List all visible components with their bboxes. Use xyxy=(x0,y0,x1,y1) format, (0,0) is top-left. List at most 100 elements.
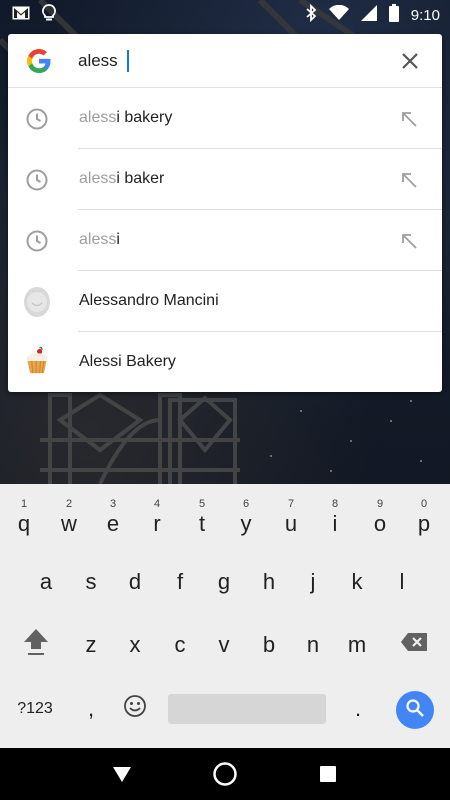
fill-query-arrow-icon[interactable] xyxy=(398,108,420,130)
wifi-icon xyxy=(328,4,349,26)
suggestion-completion: i baker xyxy=(116,170,165,187)
suggestion-history[interactable]: alessi baker xyxy=(8,149,442,210)
fill-query-arrow-icon[interactable] xyxy=(398,230,420,252)
space-key[interactable] xyxy=(168,694,326,724)
search-icon xyxy=(405,698,425,723)
key-letter: m xyxy=(347,632,367,657)
key-letter: k xyxy=(351,569,363,594)
key-b[interactable]: b xyxy=(247,617,291,673)
fill-query-arrow-icon[interactable] xyxy=(398,169,420,191)
suggestion-prefix: aless xyxy=(79,170,117,187)
key-letter: t xyxy=(198,511,206,536)
key-number-hint: 4 xyxy=(153,498,161,510)
key-letter: f xyxy=(176,569,184,594)
key-m[interactable]: m xyxy=(335,617,379,673)
key-number-hint: 8 xyxy=(331,498,339,510)
search-input[interactable] xyxy=(78,48,378,74)
history-icon xyxy=(24,106,50,132)
key-z[interactable]: z xyxy=(69,617,113,673)
backspace-key[interactable] xyxy=(392,617,436,673)
avatar-icon xyxy=(24,287,50,317)
search-enter-key[interactable] xyxy=(396,691,434,729)
key-x[interactable]: x xyxy=(113,617,157,673)
key-a[interactable]: a xyxy=(24,554,68,610)
backspace-icon xyxy=(400,632,428,658)
key-j[interactable]: j xyxy=(291,554,335,610)
key-letter: p xyxy=(417,511,431,536)
symbols-key[interactable]: ?123 xyxy=(6,681,64,737)
key-t[interactable]: 5t xyxy=(180,492,224,548)
suggestion-completion: i bakery xyxy=(116,109,173,126)
emoji-key[interactable] xyxy=(113,681,157,737)
star xyxy=(410,400,412,402)
key-e[interactable]: 3e xyxy=(91,492,135,548)
key-letter: z xyxy=(85,632,97,657)
key-letter: j xyxy=(310,569,316,594)
search-suggestions-card: alessi bakery alessi baker alessi xyxy=(8,34,442,392)
emoji-icon xyxy=(123,694,147,724)
suggestion-history[interactable]: alessi xyxy=(8,210,442,271)
suggestion-app[interactable]: Alessi Bakery xyxy=(8,332,442,393)
key-number-hint: 3 xyxy=(109,498,117,510)
recents-icon[interactable] xyxy=(313,759,343,789)
home-icon[interactable] xyxy=(210,759,240,789)
key-h[interactable]: h xyxy=(247,554,291,610)
key-letter: o xyxy=(373,511,387,536)
key-letter: b xyxy=(262,632,276,657)
cupcake-icon xyxy=(24,346,50,376)
period-key[interactable]: . xyxy=(336,681,380,737)
key-v[interactable]: v xyxy=(202,617,246,673)
key-w[interactable]: 2w xyxy=(47,492,91,548)
key-f[interactable]: f xyxy=(158,554,202,610)
key-letter: e xyxy=(106,511,120,536)
navigation-bar xyxy=(0,748,450,800)
key-i[interactable]: 8i xyxy=(313,492,357,548)
status-right-icons: 9:10 xyxy=(305,3,440,27)
suggestion-completion: i xyxy=(116,231,120,248)
key-letter: d xyxy=(128,569,142,594)
key-u[interactable]: 7u xyxy=(269,492,313,548)
shift-key[interactable] xyxy=(14,617,58,673)
key-p[interactable]: 0p xyxy=(402,492,446,548)
suggestion-prefix: aless xyxy=(79,109,117,126)
search-bar xyxy=(8,34,442,88)
key-number-hint: 0 xyxy=(420,498,428,510)
key-number-hint: 5 xyxy=(198,498,206,510)
key-letter: a xyxy=(39,569,53,594)
key-r[interactable]: 4r xyxy=(135,492,179,548)
key-c[interactable]: c xyxy=(158,617,202,673)
suggestion-contact[interactable]: Alessandro Mancini xyxy=(8,271,442,332)
key-letter: q xyxy=(17,511,31,536)
bluetooth-icon xyxy=(305,3,317,27)
key-l[interactable]: l xyxy=(380,554,424,610)
key-g[interactable]: g xyxy=(202,554,246,610)
key-d[interactable]: d xyxy=(113,554,157,610)
contact-name: Alessandro Mancini xyxy=(79,292,219,309)
star xyxy=(300,410,302,412)
key-s[interactable]: s xyxy=(69,554,113,610)
comma-key[interactable]: , xyxy=(69,681,113,737)
key-o[interactable]: 9o xyxy=(358,492,402,548)
key-letter: c xyxy=(174,632,186,657)
battery-icon xyxy=(388,3,399,27)
star xyxy=(390,420,392,422)
close-icon[interactable] xyxy=(396,47,424,75)
key-n[interactable]: n xyxy=(291,617,335,673)
key-q[interactable]: 1q xyxy=(2,492,46,548)
symbols-key-label: ?123 xyxy=(17,700,53,717)
suggestion-text: alessi xyxy=(79,231,120,249)
lightbulb-icon xyxy=(42,3,56,27)
star xyxy=(350,440,352,442)
signal-icon xyxy=(360,4,377,26)
key-letter: i xyxy=(332,511,338,536)
key-y[interactable]: 6y xyxy=(224,492,268,548)
key-letter: y xyxy=(240,511,252,536)
key-k[interactable]: k xyxy=(335,554,379,610)
key-letter: x xyxy=(129,632,141,657)
history-icon xyxy=(24,228,50,254)
shift-icon xyxy=(23,627,49,663)
comma-key-label: , xyxy=(87,696,95,721)
back-icon[interactable] xyxy=(107,759,137,789)
suggestion-history[interactable]: alessi bakery xyxy=(8,88,442,149)
app-name: Alessi Bakery xyxy=(79,353,176,370)
